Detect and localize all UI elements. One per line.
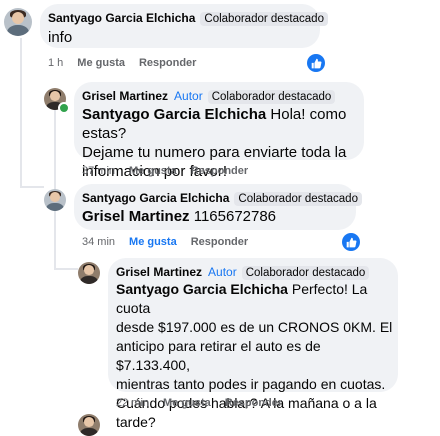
thumbs-up-icon[interactable] [342, 233, 360, 251]
author-name[interactable]: Grisel Martinez [82, 89, 168, 103]
comment-time[interactable]: 1 h [48, 57, 63, 69]
online-status-dot [58, 102, 70, 114]
thread-line [20, 38, 22, 188]
comment-header: Grisel Martinez Autor Colaborador destacad… [116, 265, 370, 280]
contributor-badge: Colaborador destacado [234, 192, 362, 206]
author-name[interactable]: Grisel Martinez [116, 265, 202, 279]
comment-actions: 37 min Me gusta Responder [82, 165, 262, 177]
thread-line [54, 110, 56, 190]
comment-header: Santyago Garcia Elchicha Colaborador dest… [48, 11, 328, 26]
like-button[interactable]: Me gusta [129, 165, 177, 177]
comment-text: info [48, 29, 73, 46]
contributor-badge: Colaborador destacado [200, 12, 328, 26]
reply-button[interactable]: Responder [191, 236, 248, 248]
avatar[interactable] [4, 8, 32, 36]
like-button[interactable]: Me gusta [163, 397, 211, 409]
comment-actions: 34 min Me gusta Responder [82, 236, 262, 248]
contributor-badge: Colaborador destacado [241, 266, 370, 280]
author-role: Autor [174, 89, 203, 103]
like-button[interactable]: Me gusta [129, 236, 177, 248]
thread-line [20, 186, 44, 188]
like-button[interactable]: Me gusta [77, 57, 125, 69]
mention-link[interactable]: Grisel Martinez [82, 208, 190, 225]
reply-button[interactable]: Responder [225, 397, 282, 409]
comment-time[interactable]: 37 min [82, 165, 115, 177]
comment-actions: 22 min Me gusta Responder [116, 397, 296, 409]
avatar[interactable] [78, 414, 100, 436]
author-name[interactable]: Santyago Garcia Elchicha [82, 191, 229, 205]
comment-header: Grisel Martinez Autor Colaborador destacad… [82, 89, 336, 104]
reply-button[interactable]: Responder [191, 165, 248, 177]
author-name[interactable]: Santyago Garcia Elchicha [48, 11, 195, 25]
avatar[interactable] [78, 262, 100, 284]
mention-link[interactable]: Santyago Garcia Elchicha [116, 281, 288, 297]
thread-line [54, 210, 56, 270]
thread-line [54, 268, 78, 270]
author-role: Autor [208, 265, 237, 279]
comment-text: Santyago Garcia Elchicha Perfecto! La cu… [116, 281, 393, 430]
avatar[interactable] [44, 189, 66, 211]
comment-header: Santyago Garcia Elchicha Colaborador dest… [82, 191, 362, 206]
mention-link[interactable]: Santyago Garcia Elchicha [82, 106, 266, 123]
comment-text: Grisel Martinez 1165672786 [82, 208, 277, 225]
comment-actions: 1 h Me gusta Responder [48, 57, 210, 69]
reply-button[interactable]: Responder [139, 57, 196, 69]
comment-time[interactable]: 34 min [82, 236, 115, 248]
contributor-badge: Colaborador destacado [207, 90, 336, 104]
thumbs-up-icon[interactable] [307, 54, 325, 72]
comment-time[interactable]: 22 min [116, 397, 149, 409]
